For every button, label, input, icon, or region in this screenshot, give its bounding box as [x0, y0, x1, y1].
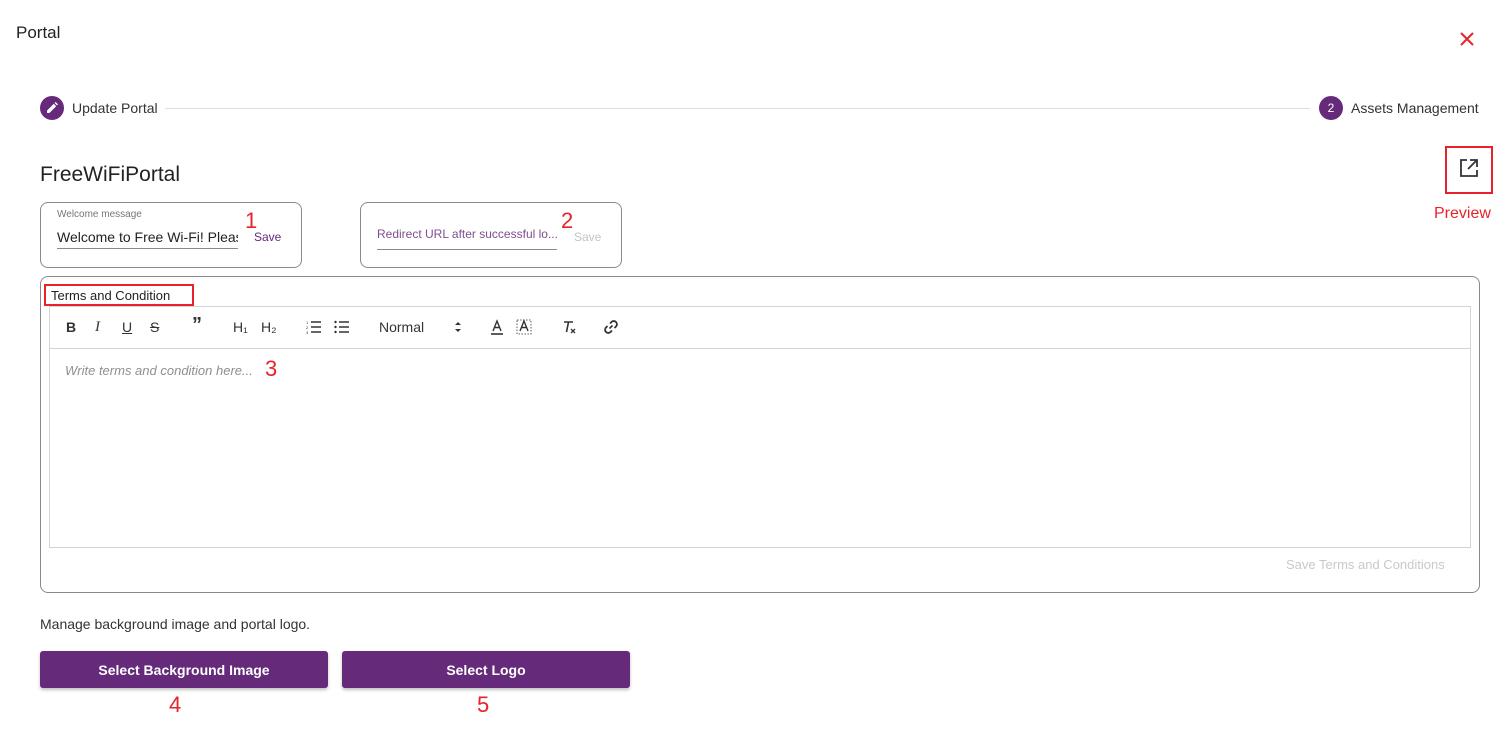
preview-label: Preview: [1434, 205, 1491, 222]
editor-toolbar: B I U S ” H₁ H₂ 123 Normal: [50, 307, 1470, 349]
svg-text:3: 3: [306, 330, 309, 334]
preview-button[interactable]: [1445, 146, 1493, 194]
link-icon[interactable]: [603, 319, 619, 338]
annotation-2: 2: [561, 208, 574, 233]
annotation-3: 3: [265, 356, 278, 381]
clear-format-icon[interactable]: [561, 319, 577, 338]
text-color-icon[interactable]: [489, 319, 505, 338]
welcome-message-label: Welcome message: [57, 209, 142, 220]
blockquote-button[interactable]: ”: [192, 315, 202, 335]
bold-button[interactable]: B: [66, 319, 76, 335]
stepper-connector: [165, 108, 1310, 109]
assets-description: Manage background image and portal logo.: [40, 616, 311, 632]
dialog-title: Portal: [16, 23, 61, 42]
close-icon[interactable]: [1456, 28, 1478, 50]
save-terms-button[interactable]: Save Terms and Conditions: [1286, 557, 1445, 572]
heading-2-button[interactable]: H₂: [261, 319, 277, 335]
select-logo-button[interactable]: Select Logo: [342, 651, 630, 688]
welcome-message-input[interactable]: [57, 225, 238, 249]
portal-name: FreeWiFiPortal: [40, 163, 181, 186]
annotation-4: 4: [169, 692, 182, 717]
background-color-icon[interactable]: [516, 319, 532, 338]
terms-textarea[interactable]: [50, 349, 1470, 547]
heading-1-button[interactable]: H₁: [233, 319, 248, 335]
step-label-update-portal: Update Portal: [72, 100, 158, 116]
step-number: 2: [1319, 96, 1343, 120]
select-background-image-button[interactable]: Select Background Image: [40, 651, 328, 688]
select-arrows-icon[interactable]: [454, 320, 462, 337]
format-select[interactable]: Normal: [379, 319, 424, 335]
annotation-1: 1: [245, 208, 258, 233]
ordered-list-icon[interactable]: 123: [306, 320, 322, 337]
open-in-new-icon: [1459, 158, 1479, 183]
strikethrough-button[interactable]: S: [150, 319, 159, 335]
step-label-assets-management: Assets Management: [1351, 100, 1479, 116]
redirect-save-button[interactable]: Save: [574, 230, 601, 244]
terms-editor: B I U S ” H₁ H₂ 123 Normal: [49, 306, 1471, 548]
welcome-save-button[interactable]: Save: [254, 230, 281, 244]
redirect-url-input[interactable]: [377, 216, 557, 250]
italic-button[interactable]: I: [95, 319, 100, 335]
annotation-5: 5: [477, 692, 490, 717]
step-completed-pencil-icon: [40, 96, 64, 120]
terms-label: Terms and Condition: [44, 284, 194, 306]
bullet-list-icon[interactable]: [334, 320, 350, 337]
underline-button[interactable]: U: [122, 319, 132, 335]
